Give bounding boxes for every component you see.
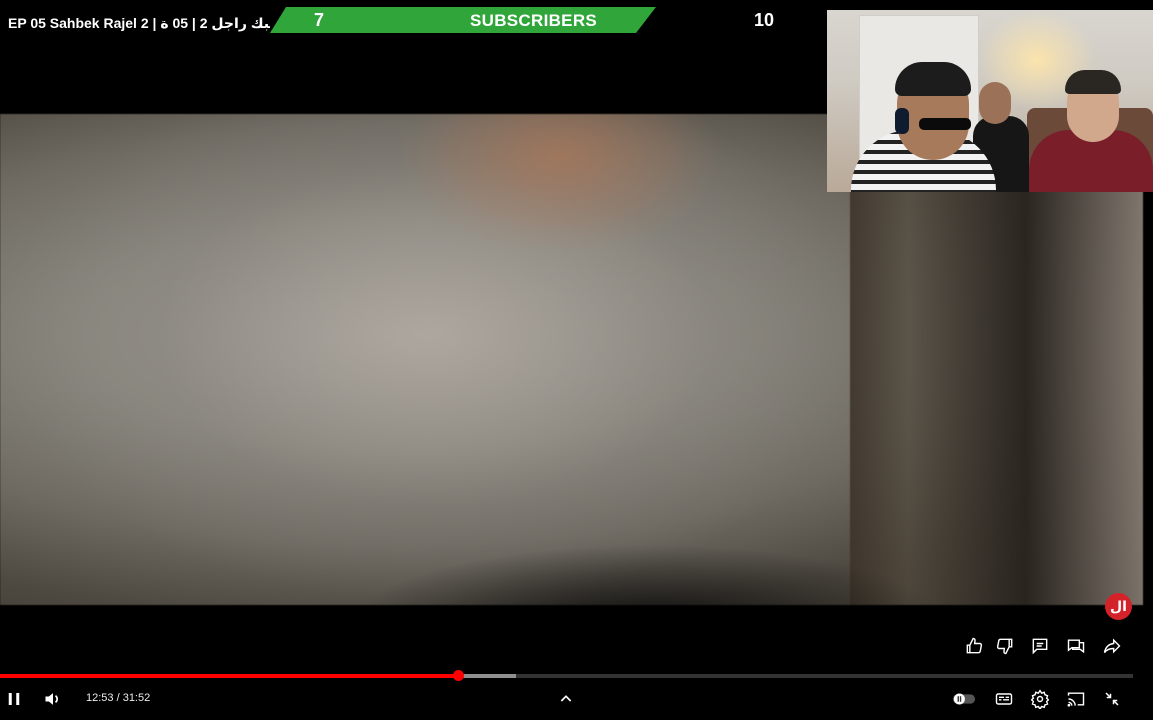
volume-icon (45, 693, 58, 705)
subscriber-count-goal: 10 (754, 10, 775, 30)
cast-button[interactable] (1064, 687, 1088, 711)
video-title: EP 05 Sahbek Rajel 2 | صاحبك راجل 2 | 05… (8, 15, 299, 31)
like-button[interactable] (962, 634, 986, 658)
exit-fullscreen-button[interactable] (1100, 687, 1124, 711)
autoplay-toggle-icon (952, 693, 976, 705)
share-icon (1103, 638, 1121, 654)
pause-button[interactable] (2, 687, 26, 711)
progress-bar[interactable] (0, 670, 1133, 681)
time-display: 12:53 / 31:52 (86, 692, 151, 704)
settings-gear-icon (1030, 689, 1050, 709)
volume-button[interactable] (41, 687, 65, 711)
action-bar (960, 634, 1130, 658)
expand-button[interactable] (554, 687, 578, 711)
subscriber-count-current: 7 (314, 10, 325, 30)
webcam-person-center-head (979, 82, 1011, 124)
comments-button[interactable] (1028, 634, 1052, 658)
pause-icon (8, 693, 20, 705)
channel-logo[interactable]: ال (1105, 593, 1132, 620)
subtitles-icon (995, 693, 1013, 705)
sunglasses (919, 118, 971, 130)
autoplay-toggle[interactable] (952, 687, 976, 711)
webcam-person-left-hair (895, 62, 971, 96)
cast-icon (1067, 692, 1085, 707)
chevron-up-icon (560, 695, 572, 702)
subscriber-label: SUBSCRIBERS (470, 11, 598, 30)
live-chat-icon (1067, 639, 1085, 654)
dislike-icon (996, 638, 1013, 655)
webcam-overlay (827, 10, 1153, 192)
subtitles-button[interactable] (992, 687, 1016, 711)
like-icon (966, 637, 983, 654)
progress-played (0, 674, 458, 678)
progress-scrubber-handle[interactable] (452, 670, 464, 681)
comment-icon (1032, 638, 1048, 655)
video-blur-shadow (350, 544, 950, 605)
settings-button[interactable] (1028, 687, 1052, 711)
player-controls: 12:53 / 31:52 (0, 684, 1153, 714)
webcam-person-right-hair (1065, 70, 1121, 94)
subscriber-progress-bar (270, 7, 656, 33)
subscriber-goal-overlay: 7 SUBSCRIBERS 10 (270, 7, 830, 33)
video-blur-highlight (400, 114, 720, 254)
live-chat-button[interactable] (1064, 634, 1088, 658)
exit-fullscreen-icon (1105, 692, 1119, 706)
dislike-button[interactable] (993, 634, 1017, 658)
headset-icon (895, 108, 909, 134)
share-button[interactable] (1100, 634, 1124, 658)
